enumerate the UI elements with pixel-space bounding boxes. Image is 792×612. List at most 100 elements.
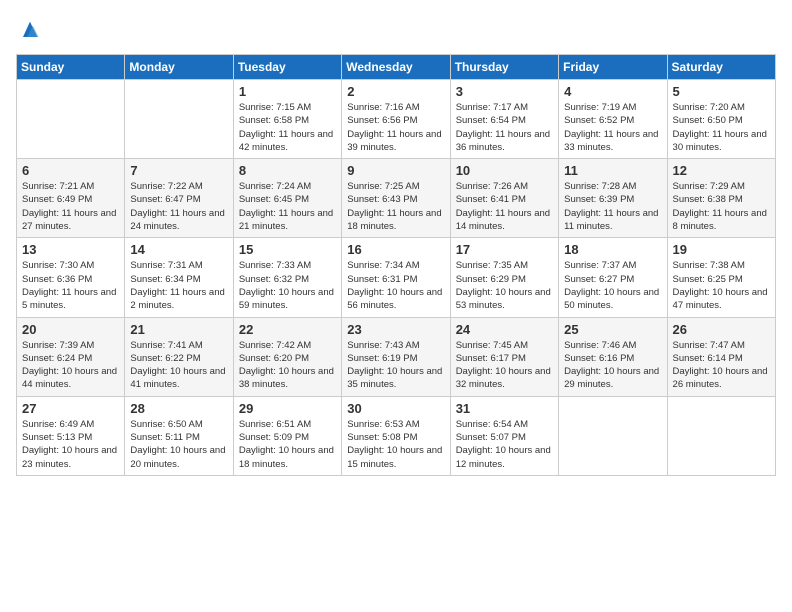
page-header xyxy=(16,16,776,44)
calendar-cell: 3 Sunrise: 7:17 AM Sunset: 6:54 PM Daylig… xyxy=(450,80,558,159)
cell-info: Sunrise: 7:41 AM Sunset: 6:22 PM Dayligh… xyxy=(130,339,227,392)
day-number: 11 xyxy=(564,163,661,178)
calendar-cell: 4 Sunrise: 7:19 AM Sunset: 6:52 PM Daylig… xyxy=(559,80,667,159)
cell-info: Sunrise: 7:19 AM Sunset: 6:52 PM Dayligh… xyxy=(564,101,661,154)
calendar-cell: 15 Sunrise: 7:33 AM Sunset: 6:32 PM Dayli… xyxy=(233,238,341,317)
cell-info: Sunrise: 7:15 AM Sunset: 6:58 PM Dayligh… xyxy=(239,101,336,154)
day-number: 12 xyxy=(673,163,770,178)
day-number: 10 xyxy=(456,163,553,178)
cell-info: Sunrise: 7:20 AM Sunset: 6:50 PM Dayligh… xyxy=(673,101,770,154)
calendar-cell: 8Sunrise: 7:24 AM Sunset: 6:45 PM Daylig… xyxy=(233,159,341,238)
day-header-wednesday: Wednesday xyxy=(342,55,450,80)
calendar-header-row: SundayMondayTuesdayWednesdayThursdayFrid… xyxy=(17,55,776,80)
cell-info: Sunrise: 7:37 AM Sunset: 6:27 PM Dayligh… xyxy=(564,259,661,312)
day-number: 2 xyxy=(347,84,444,99)
day-number: 17 xyxy=(456,242,553,257)
calendar-cell: 2 Sunrise: 7:16 AM Sunset: 6:56 PM Daylig… xyxy=(342,80,450,159)
cell-info: Sunrise: 7:26 AM Sunset: 6:41 PM Dayligh… xyxy=(456,180,553,233)
day-number: 24 xyxy=(456,322,553,337)
calendar-cell: 30Sunrise: 6:53 AM Sunset: 5:08 PM Dayli… xyxy=(342,396,450,475)
calendar-cell: 31Sunrise: 6:54 AM Sunset: 5:07 PM Dayli… xyxy=(450,396,558,475)
cell-info: Sunrise: 7:25 AM Sunset: 6:43 PM Dayligh… xyxy=(347,180,444,233)
cell-info: Sunrise: 7:33 AM Sunset: 6:32 PM Dayligh… xyxy=(239,259,336,312)
cell-info: Sunrise: 6:49 AM Sunset: 5:13 PM Dayligh… xyxy=(22,418,119,471)
cell-info: Sunrise: 6:50 AM Sunset: 5:11 PM Dayligh… xyxy=(130,418,227,471)
day-number: 25 xyxy=(564,322,661,337)
cell-info: Sunrise: 7:35 AM Sunset: 6:29 PM Dayligh… xyxy=(456,259,553,312)
cell-info: Sunrise: 6:51 AM Sunset: 5:09 PM Dayligh… xyxy=(239,418,336,471)
calendar-cell xyxy=(559,396,667,475)
calendar-cell: 10 Sunrise: 7:26 AM Sunset: 6:41 PM Dayli… xyxy=(450,159,558,238)
day-number: 28 xyxy=(130,401,227,416)
calendar-cell: 16 Sunrise: 7:34 AM Sunset: 6:31 PM Dayli… xyxy=(342,238,450,317)
calendar-week-1: 1Sunrise: 7:15 AM Sunset: 6:58 PM Daylig… xyxy=(17,80,776,159)
calendar-cell xyxy=(667,396,775,475)
day-number: 21 xyxy=(130,322,227,337)
day-number: 15 xyxy=(239,242,336,257)
calendar-week-5: 27 Sunrise: 6:49 AM Sunset: 5:13 PM Dayli… xyxy=(17,396,776,475)
day-number: 29 xyxy=(239,401,336,416)
calendar-week-4: 20Sunrise: 7:39 AM Sunset: 6:24 PM Dayli… xyxy=(17,317,776,396)
cell-info: Sunrise: 6:54 AM Sunset: 5:07 PM Dayligh… xyxy=(456,418,553,471)
calendar-cell: 17 Sunrise: 7:35 AM Sunset: 6:29 PM Dayli… xyxy=(450,238,558,317)
calendar-cell: 11 Sunrise: 7:28 AM Sunset: 6:39 PM Dayli… xyxy=(559,159,667,238)
cell-info: Sunrise: 7:16 AM Sunset: 6:56 PM Dayligh… xyxy=(347,101,444,154)
calendar-cell xyxy=(125,80,233,159)
calendar-cell: 14 Sunrise: 7:31 AM Sunset: 6:34 PM Dayli… xyxy=(125,238,233,317)
cell-info: Sunrise: 7:28 AM Sunset: 6:39 PM Dayligh… xyxy=(564,180,661,233)
calendar-cell: 22 Sunrise: 7:42 AM Sunset: 6:20 PM Dayli… xyxy=(233,317,341,396)
day-number: 9 xyxy=(347,163,444,178)
day-number: 5 xyxy=(673,84,770,99)
logo xyxy=(16,16,48,44)
calendar-cell: 23 Sunrise: 7:43 AM Sunset: 6:19 PM Dayli… xyxy=(342,317,450,396)
day-number: 19 xyxy=(673,242,770,257)
calendar-cell: 5 Sunrise: 7:20 AM Sunset: 6:50 PM Daylig… xyxy=(667,80,775,159)
cell-info: Sunrise: 6:53 AM Sunset: 5:08 PM Dayligh… xyxy=(347,418,444,471)
calendar-cell: 12Sunrise: 7:29 AM Sunset: 6:38 PM Dayli… xyxy=(667,159,775,238)
day-number: 23 xyxy=(347,322,444,337)
cell-info: Sunrise: 7:46 AM Sunset: 6:16 PM Dayligh… xyxy=(564,339,661,392)
calendar-cell: 13 Sunrise: 7:30 AM Sunset: 6:36 PM Dayli… xyxy=(17,238,125,317)
cell-info: Sunrise: 7:47 AM Sunset: 6:14 PM Dayligh… xyxy=(673,339,770,392)
day-header-monday: Monday xyxy=(125,55,233,80)
day-number: 4 xyxy=(564,84,661,99)
day-number: 27 xyxy=(22,401,119,416)
day-number: 13 xyxy=(22,242,119,257)
calendar-week-3: 13 Sunrise: 7:30 AM Sunset: 6:36 PM Dayli… xyxy=(17,238,776,317)
cell-info: Sunrise: 7:22 AM Sunset: 6:47 PM Dayligh… xyxy=(130,180,227,233)
calendar-cell: 9 Sunrise: 7:25 AM Sunset: 6:43 PM Daylig… xyxy=(342,159,450,238)
calendar-cell: 19 Sunrise: 7:38 AM Sunset: 6:25 PM Dayli… xyxy=(667,238,775,317)
calendar-cell: 27 Sunrise: 6:49 AM Sunset: 5:13 PM Dayli… xyxy=(17,396,125,475)
calendar-cell: 18 Sunrise: 7:37 AM Sunset: 6:27 PM Dayli… xyxy=(559,238,667,317)
day-number: 3 xyxy=(456,84,553,99)
cell-info: Sunrise: 7:42 AM Sunset: 6:20 PM Dayligh… xyxy=(239,339,336,392)
cell-info: Sunrise: 7:21 AM Sunset: 6:49 PM Dayligh… xyxy=(22,180,119,233)
cell-info: Sunrise: 7:38 AM Sunset: 6:25 PM Dayligh… xyxy=(673,259,770,312)
cell-info: Sunrise: 7:30 AM Sunset: 6:36 PM Dayligh… xyxy=(22,259,119,312)
cell-info: Sunrise: 7:34 AM Sunset: 6:31 PM Dayligh… xyxy=(347,259,444,312)
cell-info: Sunrise: 7:31 AM Sunset: 6:34 PM Dayligh… xyxy=(130,259,227,312)
calendar-cell: 1Sunrise: 7:15 AM Sunset: 6:58 PM Daylig… xyxy=(233,80,341,159)
day-number: 16 xyxy=(347,242,444,257)
calendar-cell: 6 Sunrise: 7:21 AM Sunset: 6:49 PM Daylig… xyxy=(17,159,125,238)
calendar-cell: 24 Sunrise: 7:45 AM Sunset: 6:17 PM Dayli… xyxy=(450,317,558,396)
cell-info: Sunrise: 7:17 AM Sunset: 6:54 PM Dayligh… xyxy=(456,101,553,154)
logo-icon xyxy=(16,16,44,44)
day-number: 20 xyxy=(22,322,119,337)
day-number: 8 xyxy=(239,163,336,178)
calendar-cell: 25 Sunrise: 7:46 AM Sunset: 6:16 PM Dayli… xyxy=(559,317,667,396)
calendar-cell: 28 Sunrise: 6:50 AM Sunset: 5:11 PM Dayli… xyxy=(125,396,233,475)
day-header-saturday: Saturday xyxy=(667,55,775,80)
day-header-tuesday: Tuesday xyxy=(233,55,341,80)
calendar-cell: 21 Sunrise: 7:41 AM Sunset: 6:22 PM Dayli… xyxy=(125,317,233,396)
calendar-cell: 29 Sunrise: 6:51 AM Sunset: 5:09 PM Dayli… xyxy=(233,396,341,475)
day-number: 18 xyxy=(564,242,661,257)
day-number: 14 xyxy=(130,242,227,257)
calendar-table: SundayMondayTuesdayWednesdayThursdayFrid… xyxy=(16,54,776,476)
day-number: 22 xyxy=(239,322,336,337)
calendar-cell: 7Sunrise: 7:22 AM Sunset: 6:47 PM Daylig… xyxy=(125,159,233,238)
day-number: 6 xyxy=(22,163,119,178)
cell-info: Sunrise: 7:45 AM Sunset: 6:17 PM Dayligh… xyxy=(456,339,553,392)
cell-info: Sunrise: 7:43 AM Sunset: 6:19 PM Dayligh… xyxy=(347,339,444,392)
calendar-week-2: 6 Sunrise: 7:21 AM Sunset: 6:49 PM Daylig… xyxy=(17,159,776,238)
